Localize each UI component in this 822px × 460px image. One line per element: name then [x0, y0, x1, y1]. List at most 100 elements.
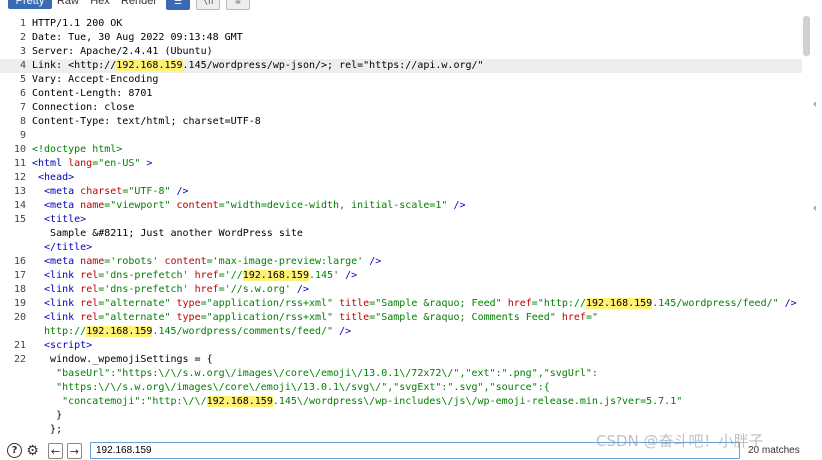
code-token: ="viewport": [104, 200, 177, 211]
code-token: href: [194, 270, 219, 281]
line-code: };: [32, 423, 62, 437]
gear-icon[interactable]: ⚙: [25, 443, 40, 459]
code-token: />: [170, 186, 189, 197]
code-line: 18 <link rel='dns-prefetch' href='//s.w.…: [0, 283, 802, 297]
code-line: 9: [0, 129, 802, 143]
code-line: http://192.168.159.145/wordpress/comment…: [0, 325, 802, 339]
line-code: Vary: Accept-Encoding: [32, 73, 158, 87]
code-line: 17 <link rel='dns-prefetch' href='//192.…: [0, 269, 802, 283]
line-number: 9: [19, 130, 26, 141]
code-token: name: [80, 200, 105, 211]
line-code: <meta name='robots' content='max-image-p…: [32, 255, 381, 269]
vertical-scrollbar-thumb[interactable]: [803, 16, 810, 56]
code-token: Sample &#8211; Just another WordPress si…: [32, 228, 303, 239]
line-code: <meta name="viewport" content="width=dev…: [32, 199, 465, 213]
code-token: />: [363, 256, 382, 267]
code-token: <meta: [32, 186, 81, 197]
code-token: .145\/wordpress\/wp-includes\/js\/wp-emo…: [272, 396, 683, 407]
line-number: 1: [19, 18, 26, 29]
code-token: ="UTF-8": [122, 186, 171, 197]
tab-pretty[interactable]: Pretty: [8, 0, 52, 9]
code-token: <meta: [32, 256, 81, 267]
fold-marker[interactable]: ‹: [812, 203, 818, 214]
code-line: "https:\/\/s.w.org\/images\/core\/emoji\…: [0, 381, 802, 395]
next-match-button[interactable]: →: [67, 443, 82, 459]
code-token: href: [561, 312, 586, 323]
line-code: Content-Length: 8701: [32, 87, 152, 101]
code-line: 22 window._wpemojiSettings = {: [0, 353, 802, 367]
code-token: lang: [68, 158, 93, 169]
help-icon[interactable]: ?: [7, 443, 22, 458]
line-code: <script>: [32, 339, 92, 353]
line-number: 6: [19, 88, 26, 99]
line-number: 2: [19, 32, 26, 43]
code-token: ='dns-prefetch': [98, 270, 195, 281]
code-token: "https:\/\/s.w.org\/images\/core\/emoji\…: [32, 382, 550, 393]
line-code: Link: <http://192.168.159.145/wordpress/…: [32, 59, 484, 73]
tab-raw[interactable]: Raw: [54, 0, 82, 9]
line-number: 11: [13, 158, 26, 169]
code-token: />: [290, 284, 309, 295]
code-token: >: [140, 158, 153, 169]
line-number: 15: [13, 214, 26, 225]
code-token: rel: [80, 284, 99, 295]
wrap-toggle-button[interactable]: ☰: [166, 0, 190, 10]
code-token: ='robots': [104, 256, 165, 267]
code-token: <script>: [32, 340, 93, 351]
code-line: 12 <head>: [0, 171, 802, 185]
code-token: "baseUrl":"https:\/\/s.w.org\/images\/co…: [32, 368, 598, 379]
line-code: window._wpemojiSettings = {: [32, 353, 213, 367]
line-code: HTTP/1.1 200 OK: [32, 17, 122, 31]
code-token: <link: [32, 298, 81, 309]
code-token: <link: [32, 270, 81, 281]
code-token: }: [32, 410, 63, 421]
code-token: ="application/rss+xml": [200, 312, 340, 323]
menu-button[interactable]: ≡: [226, 0, 250, 10]
response-editor[interactable]: 1 HTTP/1.1 200 OK 2 Date: Tue, 30 Aug 2022 …: [0, 14, 822, 438]
tab-hex[interactable]: Hex: [86, 0, 114, 9]
code-token: Content-Length: 8701: [32, 88, 153, 99]
search-match-highlight: 192.168.159: [86, 326, 153, 337]
code-token: <title>: [32, 214, 87, 225]
code-line: 21 <script>: [0, 339, 802, 353]
line-code: <title>: [32, 213, 86, 227]
previous-match-button[interactable]: ←: [48, 443, 63, 459]
code-token: ="width=device-width, initial-scale=1": [218, 200, 448, 211]
search-match-highlight: 192.168.159: [206, 396, 273, 407]
line-number: 14: [13, 200, 26, 211]
code-line: 8 Content-Type: text/html; charset=UTF-8: [0, 115, 802, 129]
code-token: Link: <http://: [32, 60, 117, 71]
code-token: ="alternate": [98, 312, 177, 323]
code-token: ="application/rss+xml": [200, 298, 340, 309]
code-token: title: [339, 298, 370, 309]
code-line: 19 <link rel="alternate" type="applicati…: [0, 297, 802, 311]
code-token: Content-Type: text/html; charset=UTF-8: [32, 116, 261, 127]
code-line: 14 <meta name="viewport" content="width=…: [0, 199, 802, 213]
code-token: Server: Apache/2.4.41 (Ubuntu): [32, 46, 213, 57]
code-token: </title>: [32, 242, 93, 253]
code-token: <head>: [32, 172, 75, 183]
code-line: Sample &#8211; Just another WordPress si…: [0, 227, 802, 241]
line-number: 19: [13, 298, 26, 309]
code-token: rel: [80, 270, 99, 281]
code-token: .145': [308, 270, 340, 281]
code-token: HTTP/1.1 200 OK: [32, 18, 123, 29]
code-token: window._wpemojiSettings = {: [32, 354, 213, 365]
tab-render[interactable]: Render: [118, 0, 160, 9]
fold-marker[interactable]: ‹: [812, 99, 818, 110]
line-code: <!doctype html>: [32, 143, 122, 157]
code-token: <meta: [32, 200, 81, 211]
line-code: Sample &#8211; Just another WordPress si…: [32, 227, 303, 241]
code-line: 15 <title>: [0, 213, 802, 227]
code-token: charset: [80, 186, 123, 197]
code-token: ="Sample &raquo; Comments Feed": [369, 312, 562, 323]
search-match-highlight: 192.168.159: [242, 270, 309, 281]
newline-toggle-button[interactable]: \n: [196, 0, 220, 10]
code-token: Connection: close: [32, 102, 135, 113]
line-number: 20: [13, 312, 26, 323]
line-number: 17: [13, 270, 26, 281]
code-token: Date: Tue, 30 Aug 2022 09:13:48 GMT: [32, 32, 243, 43]
code-token: />: [339, 270, 358, 281]
line-code: <meta charset="UTF-8" />: [32, 185, 189, 199]
code-token: http://: [32, 326, 87, 337]
